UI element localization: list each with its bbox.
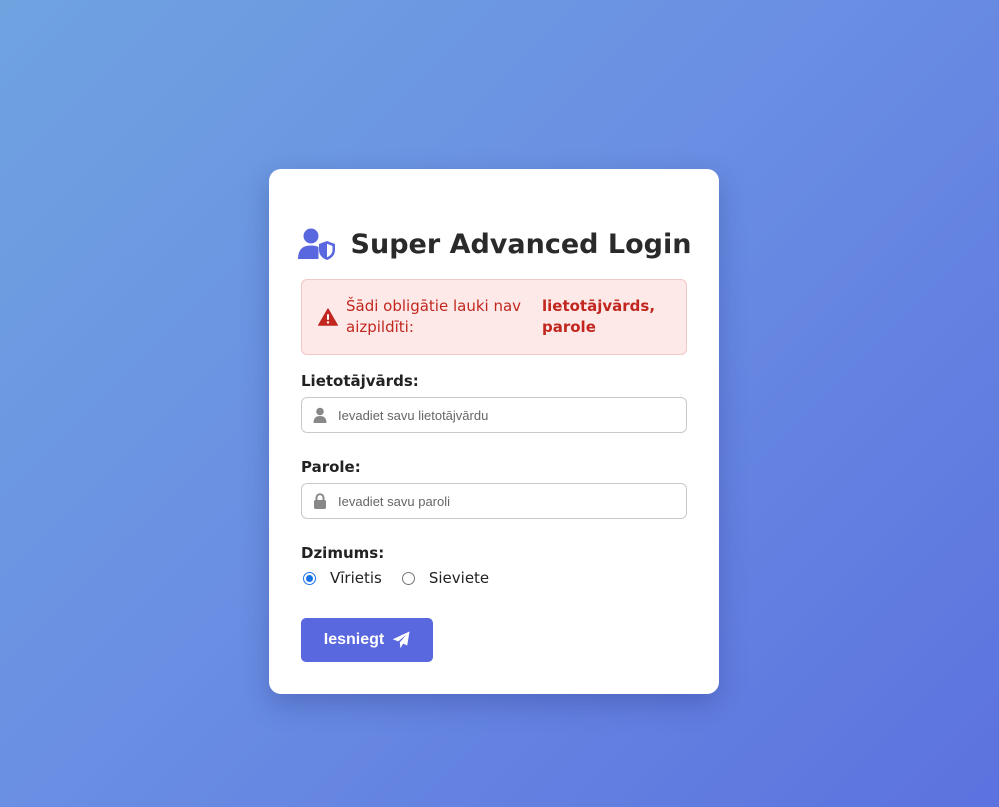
password-input[interactable] [338,484,686,518]
radio-female-label[interactable]: Sieviete [429,569,489,587]
login-card: Super Advanced Login Šādi obligātie lauk… [269,169,719,694]
password-label: Parole: [301,458,361,476]
user-icon [312,407,328,423]
paper-plane-icon [392,631,410,649]
submit-button[interactable]: Iesniegt [301,618,433,662]
warning-triangle-icon [318,308,338,326]
submit-button-label: Iesniegt [323,631,385,648]
gender-label: Dzimums: [301,544,385,562]
username-label: Lietotājvārds: [301,372,419,390]
alert-missing-fields: lietotājvārds, parole [542,297,656,336]
radio-male-label[interactable]: Vīrietis [330,569,382,587]
error-alert: Šādi obligātie lauki nav aizpildīti: lie… [301,279,687,355]
gender-radio-group: Vīrietis Sieviete [303,569,509,587]
username-field[interactable] [301,397,687,433]
header: Super Advanced Login [269,227,719,261]
alert-message: Šādi obligātie lauki nav aizpildīti: [346,297,522,336]
password-field[interactable] [301,483,687,519]
page-title: Super Advanced Login [350,228,692,260]
lock-icon [312,493,328,509]
username-input[interactable] [338,398,686,432]
radio-female[interactable] [401,571,415,585]
user-shield-icon [297,227,337,261]
radio-male[interactable] [303,571,316,585]
